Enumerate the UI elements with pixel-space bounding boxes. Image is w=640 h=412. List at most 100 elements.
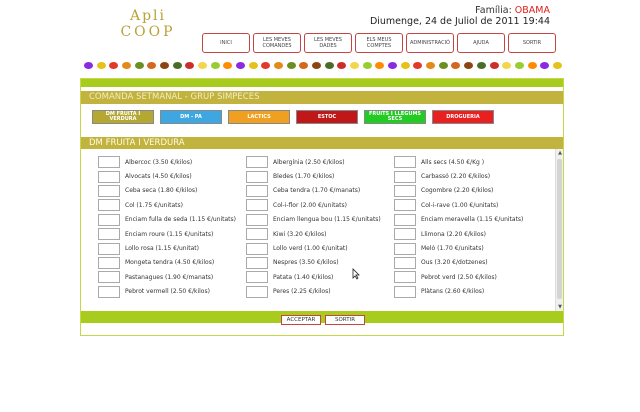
- fruit-icon: [464, 61, 474, 69]
- product-item: Enciam fulla de seda (1.15 €/unitats): [98, 213, 236, 227]
- product-label: Col-i-rave (1.00 €/unitats): [421, 201, 499, 209]
- product-item: Enciam roure (1.15 €/unitats): [98, 227, 236, 241]
- product-list-scrollbar[interactable]: ▲ ▼: [555, 149, 563, 311]
- quantity-input[interactable]: [394, 199, 416, 212]
- product-item: Albercoc (3.50 €/kilos): [98, 155, 236, 169]
- product-label: Lollo rosa (1.15 €/unitat): [125, 245, 199, 253]
- fruit-icon: [527, 61, 537, 69]
- nav-administracio-button[interactable]: ADMINISTRACIÓ: [406, 33, 454, 53]
- product-item: Meló (1.70 €/unitats): [394, 241, 523, 255]
- quantity-input[interactable]: [394, 256, 416, 269]
- fruit-icon: [552, 61, 562, 69]
- category-tab[interactable]: FRUITS I LLEGUMS SECS: [364, 110, 426, 124]
- quantity-input[interactable]: [394, 285, 416, 298]
- product-item: Kiwi (3.20 €/kilos): [246, 227, 381, 241]
- quantity-input[interactable]: [98, 228, 120, 241]
- quantity-input[interactable]: [98, 184, 120, 197]
- product-item: Enciam meravella (1.15 €/unitats): [394, 213, 523, 227]
- product-item: Nespres (3.50 €/kilos): [246, 256, 381, 270]
- product-label: Enciam fulla de seda (1.15 €/unitats): [125, 216, 237, 224]
- product-label: Col-i-flor (2.00 €/unitats): [273, 201, 347, 209]
- quantity-input[interactable]: [246, 213, 268, 226]
- quantity-input[interactable]: [246, 242, 268, 255]
- product-item: Patata (1.40 €/kilos): [246, 270, 381, 284]
- product-label: Pebrot verd (2.50 €/kilos): [421, 273, 497, 281]
- fruit-icon: [299, 61, 309, 69]
- quantity-input[interactable]: [98, 271, 120, 284]
- quantity-input[interactable]: [246, 271, 268, 284]
- quantity-input[interactable]: [98, 285, 120, 298]
- category-tab[interactable]: DM FRUITA I VERDURA: [92, 110, 154, 124]
- quantity-input[interactable]: [394, 242, 416, 255]
- logo-line-1: Apli: [129, 8, 167, 24]
- nav-ajuda-button[interactable]: AJUDA: [457, 33, 505, 53]
- quantity-input[interactable]: [394, 228, 416, 241]
- product-label: Pastanagues (1.90 €/manats): [125, 273, 214, 281]
- quantity-input[interactable]: [246, 285, 268, 298]
- quantity-input[interactable]: [394, 170, 416, 183]
- quantity-input[interactable]: [98, 242, 120, 255]
- fruit-icon: [96, 61, 106, 69]
- fruit-icon: [84, 61, 93, 69]
- quantity-input[interactable]: [394, 271, 416, 284]
- fruit-icon: [312, 61, 322, 69]
- product-label: Nespres (3.50 €/kilos): [273, 259, 339, 267]
- fruit-icon: [426, 61, 436, 69]
- quantity-input[interactable]: [394, 156, 416, 169]
- quantity-input[interactable]: [246, 228, 268, 241]
- main-nav: INICI LES MEVES COMANDES LES MEVES DADES EL…: [202, 33, 556, 53]
- order-panel: COMANDA SETMANAL - GRUP SIMPECES DM FRUI…: [80, 78, 564, 336]
- fruit-icon: [337, 61, 347, 69]
- quantity-input[interactable]: [394, 184, 416, 197]
- quantity-input[interactable]: [246, 184, 268, 197]
- quantity-input[interactable]: [98, 256, 120, 269]
- fruit-icon: [236, 61, 246, 69]
- product-label: Ceba seca (1.80 €/kilos): [125, 187, 198, 195]
- order-title: COMANDA SETMANAL - GRUP SIMPECES: [81, 91, 563, 104]
- accept-button[interactable]: ACCEPTAR: [281, 315, 321, 325]
- product-label: Patata (1.40 €/kilos): [273, 273, 334, 281]
- quantity-input[interactable]: [246, 170, 268, 183]
- scroll-thumb[interactable]: [557, 159, 562, 299]
- scroll-up-icon[interactable]: ▲: [556, 149, 564, 157]
- quantity-input[interactable]: [98, 199, 120, 212]
- product-item: Pastanagues (1.90 €/manats): [98, 270, 236, 284]
- fruit-icon: [514, 61, 524, 69]
- category-tab[interactable]: LACTICS: [228, 110, 290, 124]
- quantity-input[interactable]: [98, 156, 120, 169]
- quantity-input[interactable]: [246, 156, 268, 169]
- nav-dades-button[interactable]: LES MEVES DADES: [304, 33, 352, 53]
- nav-comptes-button[interactable]: ELS MEUS COMPTES: [355, 33, 403, 53]
- product-item: Col-i-flor (2.00 €/unitats): [246, 198, 381, 212]
- nav-comandes-button[interactable]: LES MEVES COMANDES: [253, 33, 301, 53]
- nav-inici-button[interactable]: INICI: [202, 33, 250, 53]
- quantity-input[interactable]: [98, 170, 120, 183]
- fruit-icon: [489, 61, 499, 69]
- category-tab[interactable]: DROGUERIA: [432, 110, 494, 124]
- product-label: Albergínia (2.50 €/kilos): [273, 158, 345, 166]
- logo-line-2: COOP: [120, 24, 176, 40]
- quantity-input[interactable]: [394, 213, 416, 226]
- nav-sortir-button[interactable]: SORTIR: [508, 33, 556, 53]
- category-tab[interactable]: DM - PA: [160, 110, 222, 124]
- product-label: Enciam llengua bou (1.15 €/unitats): [273, 216, 381, 224]
- product-label: Enciam roure (1.15 €/unitats): [125, 230, 214, 238]
- product-label: Carbassó (2.20 €/kilos): [421, 173, 491, 181]
- category-tab[interactable]: ESTOC: [296, 110, 358, 124]
- exit-button[interactable]: SORTIR: [325, 315, 365, 325]
- family-label: Família:: [475, 5, 512, 16]
- product-item: Col-i-rave (1.00 €/unitats): [394, 198, 523, 212]
- product-list: Albercoc (3.50 €/kilos) Alvocats (4.50 €/…: [81, 149, 563, 311]
- product-label: Alls secs (4.50 €/Kg ): [421, 158, 485, 166]
- product-item: Mongeta tendra (4.50 €/kilos): [98, 256, 236, 270]
- product-label: Peres (2.25 €/kilos): [273, 288, 331, 296]
- fruit-icon: [160, 61, 170, 69]
- scroll-down-icon[interactable]: ▼: [556, 303, 564, 311]
- quantity-input[interactable]: [246, 199, 268, 212]
- fruit-icon: [223, 61, 233, 69]
- quantity-input[interactable]: [98, 213, 120, 226]
- product-item: Lollo rosa (1.15 €/unitat): [98, 241, 236, 255]
- quantity-input[interactable]: [246, 256, 268, 269]
- product-label: Cogombre (2.20 €/kilos): [421, 187, 494, 195]
- product-item: Enciam llengua bou (1.15 €/unitats): [246, 213, 381, 227]
